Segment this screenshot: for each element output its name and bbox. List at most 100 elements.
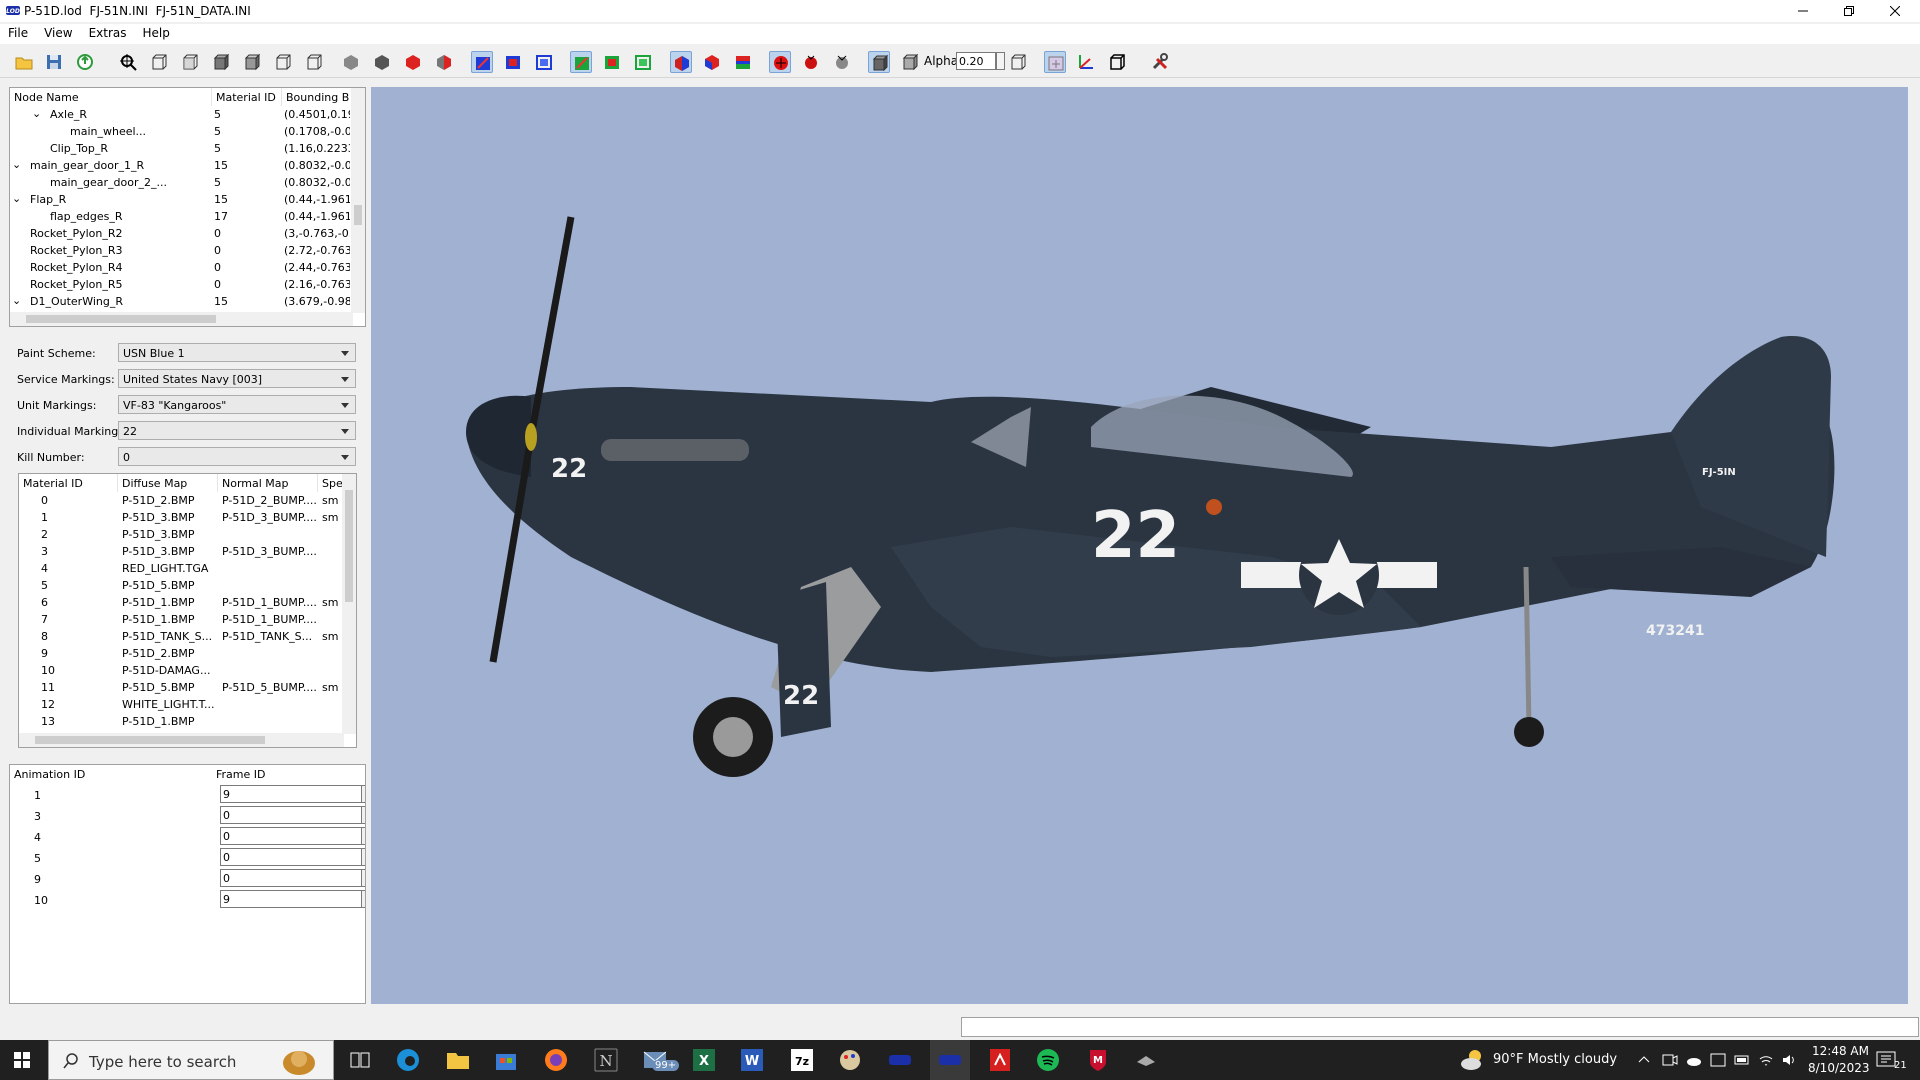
render-flat-button[interactable] [340, 51, 362, 73]
store-icon[interactable] [494, 1048, 518, 1072]
node-tree-row[interactable]: Clip_Top_R 5 (1.16,0.2233, [10, 140, 353, 157]
node-tree-row[interactable]: flap_edges_R 17 (0.44,-1.961, [10, 208, 353, 225]
material-row[interactable]: 8 P-51D_TANK_S... P-51D_TANK_S... sm [19, 628, 344, 645]
volume-icon[interactable] [1782, 1052, 1806, 1076]
alpha-spinner[interactable] [996, 52, 1005, 70]
mode-green-1-button[interactable] [570, 51, 592, 73]
node-tree-row[interactable]: Rocket_Pylon_R5 0 (2.16,-0.763, [10, 276, 353, 293]
node-tree-row[interactable]: Rocket_Pylon_R3 0 (2.72,-0.763, [10, 242, 353, 259]
mode-green-3-button[interactable] [632, 51, 654, 73]
node-tree-vscroll-thumb[interactable] [354, 205, 362, 225]
materials-hscroll[interactable] [19, 733, 344, 747]
frame-id-spinner[interactable] [361, 827, 365, 845]
node-tree-row[interactable]: Rocket_Pylon_R2 0 (3,-0.763,-0. [10, 225, 353, 242]
zoom-fit-button[interactable] [117, 51, 139, 73]
grid-button[interactable] [1044, 51, 1066, 73]
col-diffuse[interactable]: Diffuse Map [118, 474, 218, 492]
material-row[interactable]: 9 P-51D_2.BMP [19, 645, 344, 662]
light-gray-button[interactable] [831, 51, 853, 73]
mode-blue-1-button[interactable] [471, 51, 493, 73]
chevron-up-icon[interactable] [1638, 1054, 1662, 1078]
kill-number-select[interactable]: 0 [118, 447, 356, 466]
frame-id-input[interactable]: 9 [220, 785, 362, 803]
menu-help[interactable]: Help [135, 24, 178, 44]
taskbar-search[interactable]: Type here to search [48, 1040, 334, 1080]
menu-view[interactable]: View [36, 24, 80, 44]
col-node-name[interactable]: Node Name [10, 88, 212, 106]
unit-markings-select[interactable]: VF-83 "Kangaroos" [118, 395, 356, 414]
mode-green-2-button[interactable] [601, 51, 623, 73]
box-outline-button[interactable] [1106, 51, 1128, 73]
mode-blue-3-button[interactable] [533, 51, 555, 73]
refresh-button[interactable] [74, 51, 96, 73]
axes-button[interactable] [1075, 51, 1097, 73]
expand-chevron-icon[interactable]: ⌄ [32, 107, 41, 120]
node-tree-row[interactable]: Rocket_Pylon_R4 0 (2.44,-0.763, [10, 259, 353, 276]
box-transparent-button[interactable] [899, 51, 921, 73]
expand-chevron-icon[interactable]: ⌄ [12, 294, 21, 307]
individual-markings-select[interactable]: 22 [118, 421, 356, 440]
word-icon[interactable]: W [740, 1048, 764, 1072]
col-mat-id[interactable]: Material ID [19, 474, 118, 492]
minimize-button[interactable] [1780, 0, 1826, 22]
excel-icon[interactable]: X [692, 1048, 716, 1072]
lod-app-icon-1[interactable] [888, 1048, 912, 1072]
notion-icon[interactable]: N [594, 1048, 618, 1072]
windows-start-icon[interactable] [14, 1052, 30, 1068]
clock-time[interactable]: 12:48 AM [1812, 1044, 1869, 1058]
mcafee-icon[interactable]: M [1086, 1048, 1110, 1072]
menu-extras[interactable]: Extras [81, 24, 135, 44]
frame-id-spinner[interactable] [361, 890, 365, 908]
frame-id-input[interactable]: 0 [220, 827, 362, 845]
view-bottom-button[interactable] [272, 51, 294, 73]
service-markings-select[interactable]: United States Navy [003] [118, 369, 356, 388]
model-viewport[interactable]: 22 22 22 FJ-5IN 473241 [371, 87, 1908, 1004]
menu-file[interactable]: File [0, 24, 36, 44]
edge-icon[interactable] [396, 1048, 420, 1072]
onedrive-icon[interactable] [1686, 1052, 1710, 1076]
view-top-button[interactable] [210, 51, 232, 73]
weather-cloud-icon[interactable] [1459, 1046, 1483, 1070]
paint-palette-icon[interactable] [838, 1048, 862, 1072]
action-center-icon[interactable] [1710, 1052, 1734, 1076]
render-solid-button[interactable] [371, 51, 393, 73]
view-back-button[interactable] [241, 51, 263, 73]
acrobat-icon[interactable] [988, 1048, 1012, 1072]
node-tree-row[interactable]: ⌄ Axle_R 5 (0.4501,0.198 [10, 106, 353, 123]
lod-app-icon-2[interactable] [938, 1048, 962, 1072]
frame-id-input[interactable]: 0 [220, 848, 362, 866]
close-button[interactable] [1872, 0, 1918, 22]
node-tree-row[interactable]: ⌄ Flap_R 15 (0.44,-1.961, [10, 191, 353, 208]
frame-id-spinner[interactable] [361, 869, 365, 887]
firefox-icon[interactable] [544, 1048, 568, 1072]
texture-mode-1-button[interactable] [670, 51, 692, 73]
frame-id-spinner[interactable] [361, 806, 365, 824]
task-view-icon[interactable] [348, 1048, 372, 1072]
box-solid-button[interactable] [868, 51, 890, 73]
material-row[interactable]: 6 P-51D_1.BMP P-51D_1_BUMP.... sm [19, 594, 344, 611]
node-tree-row[interactable]: ⌄ main_gear_door_1_R 15 (0.8032,-0.02 [10, 157, 353, 174]
view-persp-button[interactable] [303, 51, 325, 73]
materials-vscroll[interactable] [342, 474, 356, 734]
save-button[interactable] [43, 51, 65, 73]
col-frame-id[interactable]: Frame ID [212, 765, 362, 783]
material-row[interactable]: 11 P-51D_5.BMP P-51D_5_BUMP.... sm [19, 679, 344, 696]
node-tree-row[interactable]: main_wheel... 5 (0.1708,-0.03 [10, 123, 353, 140]
alpha-wire-button[interactable] [1007, 51, 1029, 73]
tools-button[interactable] [1149, 51, 1171, 73]
material-row[interactable]: 0 P-51D_2.BMP P-51D_2_BUMP.... sm [19, 492, 344, 509]
paint-scheme-select[interactable]: USN Blue 1 [118, 343, 356, 362]
wifi-icon[interactable] [1758, 1052, 1782, 1076]
col-material-id[interactable]: Material ID [212, 88, 282, 106]
material-row[interactable]: 12 WHITE_LIGHT.T... [19, 696, 344, 713]
frame-id-input[interactable]: 9 [220, 890, 362, 908]
mode-blue-2-button[interactable] [502, 51, 524, 73]
node-tree-row[interactable]: ⌄ D1_OuterWing_R 15 (3.679,-0.983 [10, 293, 353, 310]
view-front-button[interactable] [148, 51, 170, 73]
col-bounding-box[interactable]: Bounding B [282, 88, 352, 106]
material-row[interactable]: 3 P-51D_3.BMP P-51D_3_BUMP.... [19, 543, 344, 560]
light-spot-button[interactable] [800, 51, 822, 73]
light-red-button[interactable] [769, 51, 791, 73]
weather-text[interactable]: 90°F Mostly cloudy [1493, 1052, 1617, 1067]
restore-button[interactable] [1826, 0, 1872, 22]
